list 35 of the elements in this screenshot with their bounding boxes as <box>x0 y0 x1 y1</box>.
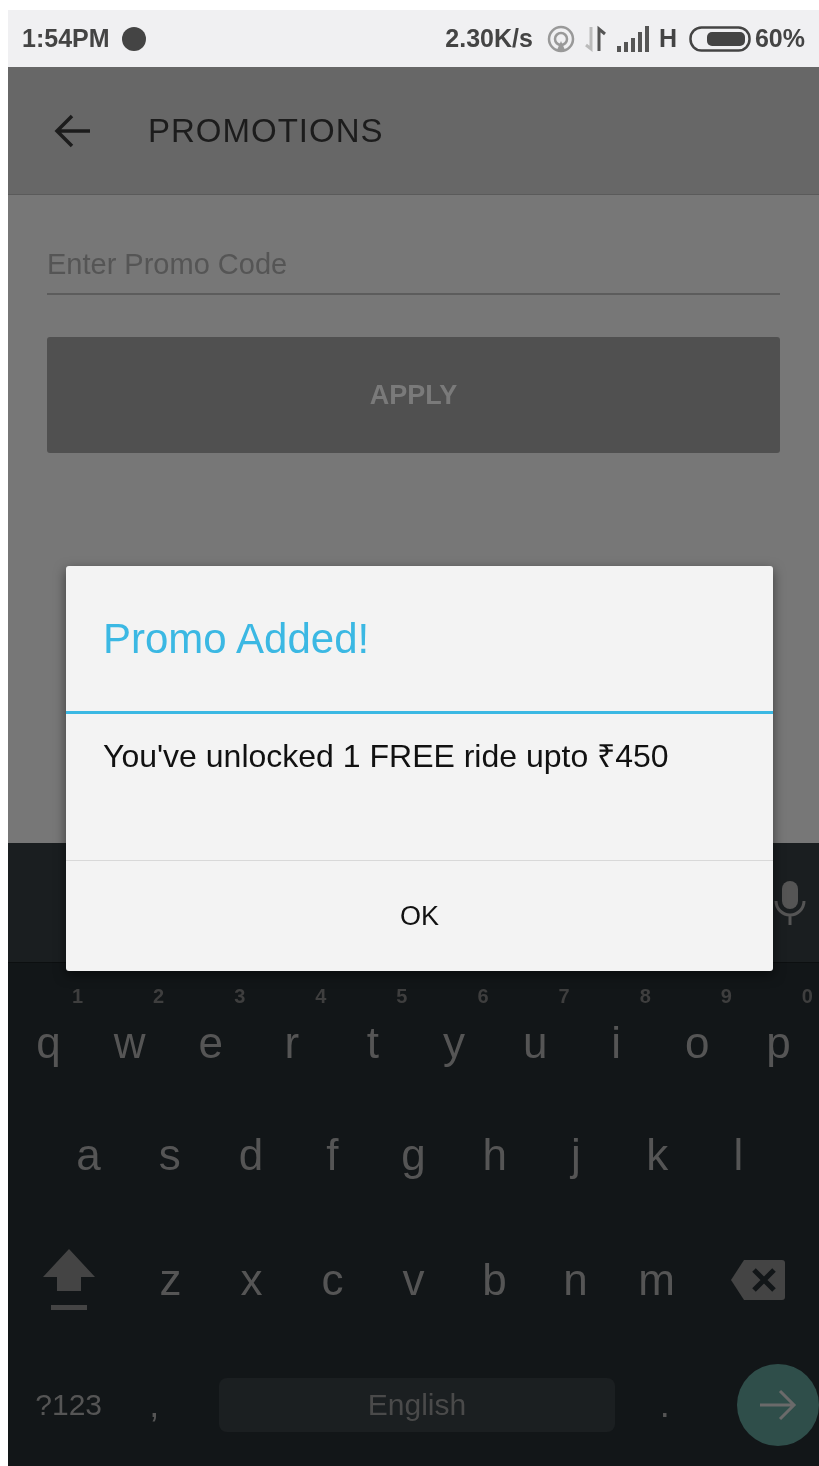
keyboard-key[interactable]: a <box>48 1092 130 1217</box>
microphone-icon[interactable] <box>773 878 807 927</box>
ok-button[interactable]: OK <box>380 885 459 947</box>
keyboard-key[interactable]: j <box>535 1092 617 1217</box>
keyboard-key[interactable]: s <box>129 1092 211 1217</box>
back-arrow-icon[interactable] <box>54 113 92 148</box>
dialog-title: Promo Added! <box>103 614 370 664</box>
keyboard-key[interactable]: h <box>454 1092 536 1217</box>
keyboard-key[interactable]: x <box>211 1217 292 1342</box>
symbols-key[interactable]: ?123 <box>8 1354 130 1455</box>
keyboard-key[interactable]: b <box>454 1217 535 1342</box>
comma-key[interactable]: , <box>129 1354 180 1455</box>
page-title: PROMOTIONS <box>148 110 384 151</box>
data-transfer-icon <box>584 24 607 53</box>
battery-icon <box>688 25 751 52</box>
keyboard-key[interactable]: d <box>210 1092 292 1217</box>
keyboard-key[interactable]: c <box>292 1217 373 1342</box>
keyboard-key[interactable]: f <box>291 1092 373 1217</box>
keyboard-key[interactable]: k <box>616 1092 698 1217</box>
keyboard-key[interactable]: l <box>697 1092 779 1217</box>
keyboard-key[interactable]: m <box>616 1217 697 1342</box>
battery-percentage: 60% <box>754 22 805 54</box>
arrow-right-icon <box>758 1388 799 1421</box>
signal-icon <box>616 25 651 52</box>
backspace-icon <box>730 1258 786 1301</box>
network-speed: 2.30K/s <box>445 22 533 54</box>
keyboard-key[interactable]: z <box>130 1217 211 1342</box>
dialog-message: You've unlocked 1 FREE ride upto ₹450 <box>103 737 670 776</box>
period-key[interactable]: . <box>624 1354 705 1455</box>
keyboard-key[interactable]: n <box>535 1217 616 1342</box>
hotspot-icon <box>546 24 575 53</box>
network-type: H <box>658 22 677 54</box>
keyboard-key[interactable]: v <box>373 1217 454 1342</box>
status-time: 1:54PM <box>22 22 110 54</box>
keyboard-key[interactable]: g <box>372 1092 455 1217</box>
